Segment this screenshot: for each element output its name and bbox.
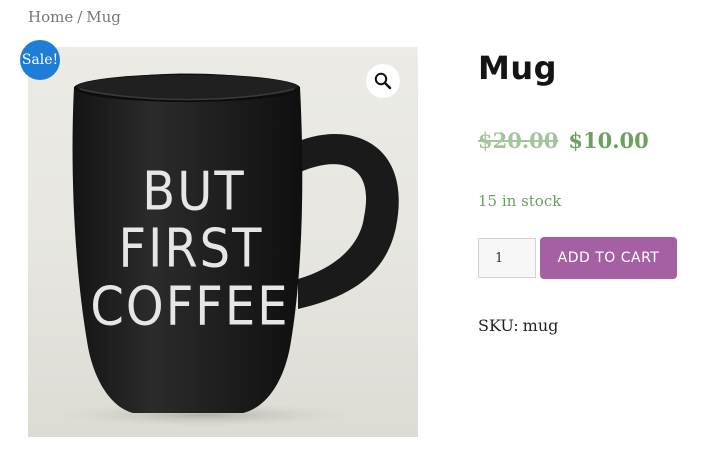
- add-to-cart-form: ADD TO CART: [478, 237, 677, 279]
- product-title: Mug: [478, 49, 558, 87]
- mug-handle: [290, 134, 399, 309]
- product-gallery[interactable]: BUT FIRST COFFEE: [28, 47, 418, 437]
- magnifier-icon: [374, 72, 392, 90]
- sku-value: mug: [522, 316, 559, 335]
- stock-status: 15 in stock: [478, 192, 562, 210]
- regular-price: $20.00: [478, 128, 559, 153]
- breadcrumb-separator: /: [77, 8, 83, 26]
- sale-price: $10.00: [568, 128, 649, 153]
- breadcrumb: Home / Mug: [28, 8, 121, 26]
- breadcrumb-current: Mug: [86, 8, 121, 26]
- product-summary: Mug $20.00 $10.00 15 in stock ADD TO CART…: [478, 46, 698, 335]
- product-price: $20.00 $10.00: [478, 128, 649, 153]
- breadcrumb-home-link[interactable]: Home: [28, 8, 73, 26]
- mug-print-line-2: FIRST: [119, 218, 264, 280]
- product-image[interactable]: BUT FIRST COFFEE: [28, 47, 418, 437]
- sku-label: SKU:: [478, 316, 519, 335]
- add-to-cart-button[interactable]: ADD TO CART: [540, 237, 677, 279]
- zoom-button[interactable]: [366, 64, 400, 98]
- sale-badge: Sale!: [20, 40, 60, 80]
- mug-print-line-1: BUT: [142, 161, 245, 223]
- quantity-input[interactable]: [478, 238, 536, 278]
- product-sku: SKU: mug: [478, 316, 558, 335]
- mug-print-line-3: COFFEE: [90, 276, 289, 338]
